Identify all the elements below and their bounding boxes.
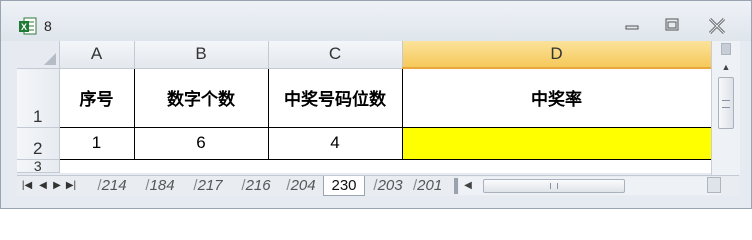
scroll-up-button[interactable]: ▲	[717, 59, 735, 75]
row-header-2[interactable]: 2	[17, 127, 60, 160]
table-row: 2 1 6 4	[17, 126, 712, 160]
sheet-tab-active[interactable]: 230	[323, 176, 365, 196]
cell-a3[interactable]	[59, 159, 134, 172]
sheet-tab[interactable]: /217	[185, 176, 231, 195]
maximize-icon	[665, 18, 679, 31]
close-button[interactable]	[706, 17, 728, 35]
column-header-c[interactable]: C	[268, 41, 403, 69]
sheet-tab[interactable]: /214	[89, 176, 135, 195]
sheet-tab[interactable]: /204	[281, 176, 321, 195]
column-header-a[interactable]: A	[59, 41, 135, 69]
cell-d1[interactable]: 中奖率	[401, 67, 712, 128]
maximize-button[interactable]	[661, 17, 683, 35]
sheet-tab[interactable]: /184	[137, 176, 183, 195]
close-icon	[708, 17, 726, 35]
cell-c3[interactable]	[268, 159, 402, 172]
cell-b2[interactable]: 6	[133, 126, 269, 160]
excel-window: X 8 A B C D 1 序号 数字个数 中奖号码位数 中奖率 2 1 6 4…	[0, 0, 752, 209]
cell-d2[interactable]	[401, 126, 712, 160]
cell-a1[interactable]: 序号	[58, 67, 135, 128]
split-handle[interactable]	[721, 43, 731, 55]
last-sheet-button[interactable]: ▶|	[65, 178, 77, 194]
scroll-left-button[interactable]: ◀	[461, 177, 475, 195]
cell-c1[interactable]: 中奖号码位数	[267, 67, 403, 128]
sheet-tab-bar: |◀ ◀ ▶ ▶| /214 /184 /217 /216 /204 230 /…	[17, 175, 739, 196]
cell-b3[interactable]	[134, 159, 268, 172]
vertical-scroll-thumb[interactable]	[718, 77, 734, 129]
title-bar: X 8	[1, 1, 751, 41]
column-header-row: A B C D	[17, 41, 712, 69]
excel-icon: X	[19, 17, 37, 35]
table-row: 1 序号 数字个数 中奖号码位数 中奖率	[17, 67, 712, 128]
cell-a2[interactable]: 1	[58, 126, 135, 160]
tab-split-handle[interactable]	[454, 178, 458, 194]
next-sheet-button[interactable]: ▶	[51, 178, 63, 194]
sheet-tab[interactable]: /216	[233, 176, 279, 195]
minimize-button[interactable]	[621, 17, 643, 35]
select-all-triangle-icon	[43, 52, 56, 65]
cell-c2[interactable]: 4	[267, 126, 403, 160]
prev-sheet-button[interactable]: ◀	[37, 178, 49, 194]
svg-text:X: X	[21, 22, 27, 32]
column-header-d[interactable]: D	[402, 41, 712, 69]
horizontal-scroll-thumb[interactable]	[483, 179, 625, 193]
row-header-3[interactable]: 3	[17, 159, 60, 173]
first-sheet-button[interactable]: |◀	[21, 178, 33, 194]
worksheet-grid: A B C D 1 序号 数字个数 中奖号码位数 中奖率 2 1 6 4 3	[17, 41, 712, 173]
sheet-tab[interactable]: /201	[413, 176, 451, 195]
column-header-b[interactable]: B	[134, 41, 269, 69]
cell-d3[interactable]	[402, 159, 711, 172]
minimize-icon	[625, 25, 639, 30]
window-title: 8	[44, 18, 52, 34]
cell-b1[interactable]: 数字个数	[133, 67, 269, 128]
select-all-corner[interactable]	[17, 41, 60, 69]
row-header-1[interactable]: 1	[17, 68, 60, 128]
table-row: 3	[17, 159, 711, 173]
horizontal-scrollbar[interactable]: ◀ ▶	[459, 177, 721, 195]
sizing-corner	[707, 177, 721, 193]
sheet-tab[interactable]: /203	[365, 176, 411, 195]
vertical-scrollbar[interactable]: ▲	[711, 41, 740, 175]
